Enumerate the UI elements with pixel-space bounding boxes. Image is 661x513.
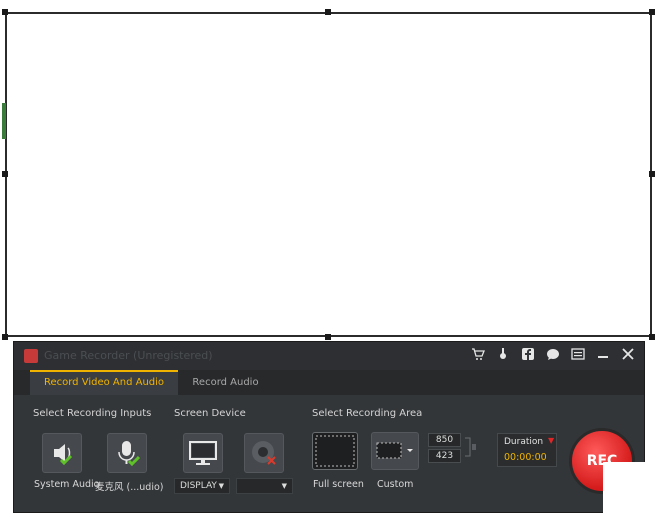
monitor-icon — [189, 441, 217, 465]
full-screen-area-button[interactable] — [312, 432, 358, 470]
recorder-window: Game Recorder (Unregistered) Record Vide… — [13, 341, 645, 513]
minimize-icon[interactable] — [595, 347, 611, 363]
system-audio-label: System Audio — [34, 479, 100, 490]
duration-caret-icon: ▼ — [548, 436, 555, 445]
section-label-screen: Screen Device — [174, 408, 246, 419]
pin-icon[interactable] — [495, 347, 511, 363]
resize-handle-top[interactable] — [325, 9, 331, 15]
display-device-button[interactable] — [183, 433, 223, 473]
duration-label: Duration — [504, 437, 544, 447]
occluding-window-fragment — [603, 462, 661, 513]
chevron-down-icon: ▼ — [218, 482, 224, 490]
fullscreen-area-icon — [315, 435, 355, 467]
webcam-device-button[interactable] — [244, 433, 284, 473]
aspect-lock-icon[interactable] — [464, 436, 478, 458]
duration-value: 00:00:00 — [504, 452, 547, 463]
resize-handle-bottom-left[interactable] — [2, 334, 8, 340]
chat-icon[interactable] — [545, 347, 561, 363]
display-select-value: DISPLAY — [180, 481, 217, 491]
microphone-label: 麦克风 (...udio) — [95, 482, 164, 493]
section-label-area: Select Recording Area — [312, 408, 423, 419]
custom-area-button[interactable] — [371, 432, 419, 470]
tab-record-video-audio[interactable]: Record Video And Audio — [30, 370, 178, 395]
full-screen-label: Full screen — [313, 479, 364, 490]
microphone-toggle[interactable] — [107, 433, 147, 473]
tab-bar: Record Video And Audio Record Audio — [14, 370, 644, 395]
system-audio-toggle[interactable] — [42, 433, 82, 473]
resize-handle-top-left[interactable] — [2, 9, 8, 15]
app-title: Game Recorder (Unregistered) — [44, 349, 213, 362]
capture-region-frame[interactable] — [5, 12, 652, 337]
webcam-select[interactable]: ▼ — [236, 478, 293, 494]
chevron-down-icon: ▼ — [281, 482, 287, 490]
area-height-input[interactable]: 423 — [428, 449, 461, 463]
webcam-disabled-icon — [252, 441, 276, 465]
duration-panel[interactable]: Duration ▼ 00:00:00 — [497, 433, 557, 467]
microphone-icon — [118, 441, 141, 467]
region-edge-marker — [2, 103, 6, 139]
cart-icon[interactable] — [470, 347, 486, 363]
resize-handle-bottom-right[interactable] — [649, 334, 655, 340]
resize-handle-left[interactable] — [2, 171, 8, 177]
custom-label: Custom — [377, 479, 414, 490]
facebook-icon[interactable] — [520, 347, 536, 363]
resize-handle-bottom[interactable] — [325, 334, 331, 340]
custom-area-icon — [376, 442, 413, 459]
area-width-input[interactable]: 850 — [428, 433, 461, 447]
close-icon[interactable] — [620, 347, 636, 363]
resize-handle-right[interactable] — [649, 171, 655, 177]
resize-handle-top-right[interactable] — [649, 9, 655, 15]
title-bar: Game Recorder (Unregistered) — [14, 342, 644, 370]
display-select[interactable]: DISPLAY ▼ — [174, 478, 230, 494]
section-label-inputs: Select Recording Inputs — [33, 408, 152, 419]
speaker-icon — [54, 444, 73, 466]
tab-record-audio[interactable]: Record Audio — [178, 370, 273, 395]
menu-icon[interactable] — [570, 347, 586, 363]
app-logo-icon — [24, 349, 38, 363]
